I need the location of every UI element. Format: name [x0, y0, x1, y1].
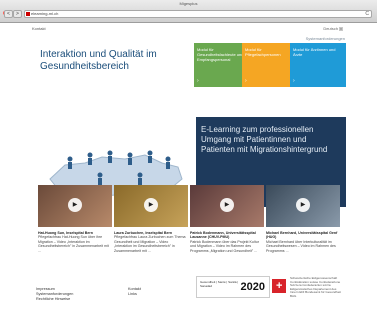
video-description: Patrick Bodenmann über das Projekt Kultu…: [190, 239, 259, 253]
tile-label: Modul für Pflegefachpersonen: [245, 47, 281, 57]
video-thumbnail-4[interactable]: ▶: [266, 185, 340, 227]
module-tile-doctors[interactable]: Modul für Ärztinnen und Ärzte ›: [290, 43, 346, 87]
address-text: elearning-ml.ch: [31, 11, 59, 16]
arrow-right-icon: ›: [293, 78, 295, 84]
reload-icon[interactable]: C: [365, 11, 369, 17]
video-speaker[interactable]: Michael Bernhard, Universitätsspital Gen…: [266, 231, 337, 239]
play-icon[interactable]: ▶: [144, 198, 158, 212]
swiss-cross-icon: +: [276, 280, 283, 292]
footer-links-left: Impressum Systemanforderungen Rechtliche…: [36, 287, 73, 302]
window-title: Migesplus: [179, 1, 198, 6]
footer-link-links[interactable]: Links: [128, 292, 141, 297]
video-description: Pflegefachfrau Laura Zurbuchen zum Thema…: [114, 235, 186, 253]
swiss-cross-logo: +: [272, 279, 286, 293]
arrow-right-icon: ›: [197, 78, 199, 84]
video-thumbnail-1[interactable]: ▶: [38, 185, 112, 227]
browser-chrome: Migesplus < > elearning-ml.ch C: [0, 0, 377, 23]
video-thumbnail-2[interactable]: ▶: [114, 185, 188, 227]
banner-text: Gesundheit | Santé | Sanità | Sanadad: [200, 280, 239, 288]
play-icon[interactable]: ▶: [220, 198, 234, 212]
language-label: Deutsch: [323, 26, 338, 31]
video-description: Pflegefachfrau Hat-Huong Sun über ihre M…: [38, 235, 109, 253]
play-icon[interactable]: ▶: [68, 198, 82, 212]
video-speaker[interactable]: Hat-Huong Sun, Inselspital Bern: [38, 231, 93, 235]
tile-label: Modul für Ärztinnen und Ärzte: [293, 47, 336, 57]
video-caption-4: Michael Bernhard, Universitätsspital Gen…: [266, 231, 338, 253]
address-bar[interactable]: elearning-ml.ch C: [24, 10, 372, 18]
chevron-down-icon: ▾: [339, 27, 343, 31]
video-description: Michael Bernhard über Interkulturalität …: [266, 239, 336, 253]
back-button[interactable]: <: [4, 10, 13, 18]
footer-links-mid: Kontakt Links: [128, 287, 141, 297]
top-nav-kontakt[interactable]: Kontakt: [32, 26, 46, 31]
video-speaker[interactable]: Laura Zurbuchen, Inselspital Bern: [114, 231, 172, 235]
gesundheit-2020-banner[interactable]: Gesundheit | Santé | Sanità | Sanadad 20…: [196, 276, 270, 298]
elearning-description: E-Learning zum professionellen Umgang mi…: [201, 125, 328, 154]
video-caption-1: Hat-Huong Sun, Inselspital Bern Pflegefa…: [38, 231, 110, 253]
language-select[interactable]: Deutsch ▾: [323, 26, 343, 31]
federal-office-text: Schweizerische Eidgenossenschaft Confédé…: [290, 276, 341, 298]
video-caption-2: Laura Zurbuchen, Inselspital Bern Pflege…: [114, 231, 186, 253]
web-page: Kontakt Deutsch ▾ Systemanforderungen Int…: [0, 23, 377, 321]
footer-link-rechtliche-hinweise[interactable]: Rechtliche Hinweise: [36, 297, 73, 302]
arrow-right-icon: ›: [245, 78, 247, 84]
video-thumbnail-3[interactable]: ▶: [190, 185, 264, 227]
favicon-icon: [26, 12, 30, 16]
play-icon[interactable]: ▶: [296, 198, 310, 212]
video-caption-3: Patrick Bodenmann, Universitätsspital La…: [190, 231, 262, 253]
video-speaker[interactable]: Patrick Bodenmann, Universitätsspital La…: [190, 231, 256, 239]
forward-button[interactable]: >: [13, 10, 22, 18]
nav-systemanforderungen[interactable]: Systemanforderungen: [306, 36, 345, 41]
banner-year: 2020: [240, 281, 265, 293]
tile-label: Modul für Gesundheitsfachleute und Empfa…: [197, 47, 244, 62]
